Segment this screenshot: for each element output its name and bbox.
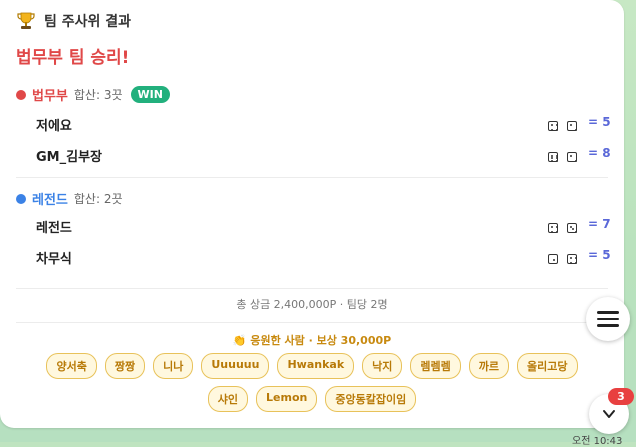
- die-pip: [550, 123, 553, 126]
- die-pip: [572, 228, 574, 230]
- team-total: 합산: 2끗: [73, 192, 123, 206]
- dice-pair: [548, 223, 577, 233]
- player-name: 저에요: [36, 119, 72, 134]
- trophy-icon: [17, 12, 35, 29]
- prize-info: 총 상금 2,400,000P · 팀당 2명: [236, 298, 388, 311]
- win-badge: WIN: [130, 86, 170, 103]
- die-face-icon: [567, 152, 577, 162]
- die-pip: [550, 157, 553, 159]
- die-pip: [574, 159, 577, 162]
- team-name: 법무부: [32, 89, 68, 104]
- supporter-tag: 렘렘렘: [410, 353, 461, 379]
- chevron-down-icon: [603, 410, 615, 418]
- supporter-tag: 샤인: [207, 386, 249, 412]
- die-pip: [569, 256, 572, 259]
- player-name: GM_김부장: [36, 150, 102, 165]
- player-score: = 5: [588, 115, 611, 129]
- supporter-tags: 양서축 짱짱 니나 Uuuuuu Hwankak 낙지 렘렘렘 까르 올리고당샤인 Lemon 중앙…: [30, 353, 594, 412]
- die-pip: [553, 259, 555, 261]
- player-name: 레전드: [36, 221, 72, 236]
- cheer-info: 👏 응원한 사람 · 보상 30,000P: [232, 334, 392, 347]
- dice-pair: [548, 121, 577, 131]
- die-pip: [550, 225, 553, 228]
- die-pip: [574, 256, 577, 259]
- team-name: 레전드: [32, 193, 68, 208]
- menu-line: [597, 324, 619, 327]
- dice-pair: [548, 254, 577, 264]
- die-pip: [574, 261, 577, 264]
- supporter-tag: 중앙동칼잡이임: [325, 386, 417, 412]
- die-pip: [569, 261, 572, 264]
- die-pip: [555, 157, 558, 159]
- card-title: 팀 주사위 결과: [44, 14, 132, 30]
- player-score: = 5: [588, 248, 611, 262]
- menu-button[interactable]: [586, 297, 630, 341]
- team-header-1: 법무부 합산: 3끗 WIN: [16, 85, 170, 104]
- die-pip: [555, 128, 558, 131]
- die-face-icon: [567, 254, 577, 264]
- player-name: 차무식: [36, 252, 72, 267]
- die-face-icon: [548, 152, 558, 162]
- die-pip: [569, 154, 572, 157]
- supporter-tag: Uuuuuu: [201, 353, 270, 379]
- dice-pair: [548, 152, 577, 162]
- dice-result-card: 팀 주사위 결과 법무부 팀 승리! 법무부 합산: 3끗 WIN 저에요 = …: [0, 0, 624, 428]
- team-total: 합산: 3끗: [73, 88, 123, 102]
- die-face-icon: [548, 121, 558, 131]
- message-timestamp: 오전 10:43: [572, 436, 623, 447]
- divider: [16, 177, 608, 178]
- notification-badge: 3: [608, 388, 634, 405]
- player-score: = 8: [588, 146, 611, 160]
- die-pip: [555, 159, 558, 162]
- card-header: 팀 주사위 결과: [16, 11, 131, 31]
- menu-line: [597, 311, 619, 314]
- supporter-tag: 양서축: [46, 353, 97, 379]
- team-color-dot: [16, 193, 26, 204]
- die-face-icon: [548, 254, 558, 264]
- supporter-tag: 낙지: [362, 353, 403, 379]
- die-pip: [555, 123, 558, 126]
- die-pip: [574, 128, 577, 131]
- player-score: = 7: [588, 217, 611, 231]
- supporter-tag: Lemon: [256, 386, 318, 412]
- divider: [16, 288, 608, 289]
- die-pip: [569, 123, 572, 126]
- team-color-dot: [16, 89, 26, 100]
- die-pip: [550, 230, 553, 233]
- die-face-icon: [548, 223, 558, 233]
- menu-line: [597, 317, 619, 321]
- team-header-2: 레전드 합산: 2끗: [16, 189, 123, 208]
- die-pip: [555, 225, 558, 228]
- die-face-icon: [567, 223, 577, 233]
- supporter-tag: 까르: [468, 353, 510, 379]
- supporter-tag: 올리고당: [517, 353, 578, 379]
- winner-text: 법무부 팀 승리!: [16, 48, 130, 68]
- die-pip: [574, 230, 577, 233]
- die-pip: [569, 225, 572, 228]
- divider: [16, 322, 608, 323]
- die-pip: [550, 159, 553, 162]
- die-face-icon: [567, 121, 577, 131]
- die-pip: [550, 128, 553, 131]
- supporter-tag: Hwankak: [277, 353, 355, 379]
- supporter-tag: 짱짱: [104, 353, 146, 379]
- supporter-tag: 니나: [153, 353, 194, 379]
- die-pip: [555, 230, 558, 233]
